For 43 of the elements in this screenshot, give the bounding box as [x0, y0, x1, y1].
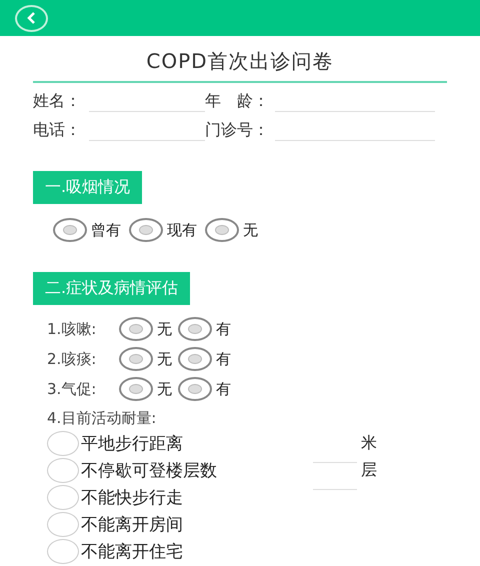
radio-button[interactable]: [119, 347, 153, 371]
field-label: 年 龄：: [205, 91, 270, 112]
radio-button[interactable]: [47, 458, 79, 483]
radio-button[interactable]: [178, 377, 212, 401]
option-label: 不停歇可登楼层数: [81, 460, 218, 482]
back-icon: [26, 12, 36, 24]
option-label: 无: [157, 320, 172, 338]
back-button[interactable]: [15, 4, 48, 32]
option-label: 现有: [167, 220, 197, 240]
form-title: COPD首次出诊问卷: [33, 48, 447, 83]
radio-button[interactable]: [205, 218, 239, 242]
question-label: 1.咳嗽:: [47, 320, 98, 338]
field-label: 电话：: [33, 120, 82, 141]
radio-button[interactable]: [47, 431, 79, 456]
option-label: 无: [157, 380, 172, 398]
radio-button[interactable]: [119, 377, 153, 401]
unit-label: 层: [361, 460, 377, 481]
option-label: 不能快步行走: [81, 487, 184, 509]
radio-button[interactable]: [119, 317, 153, 341]
option-label: 不能离开住宅: [81, 541, 184, 563]
option-label: 有: [216, 380, 231, 398]
section-heading: 二.症状及病情评估: [33, 272, 190, 305]
radio-button[interactable]: [129, 218, 163, 242]
question-label: 4.目前活动耐量:: [47, 409, 158, 428]
section-heading: 一.吸烟情况: [33, 171, 142, 204]
option-label: 无: [243, 220, 258, 240]
option-label: 有: [216, 350, 231, 368]
unit-label: 米: [361, 433, 377, 454]
question-label: 3.气促:: [47, 380, 98, 398]
option-label: 曾有: [91, 220, 121, 240]
radio-button[interactable]: [47, 539, 79, 564]
radio-button[interactable]: [178, 347, 212, 371]
option-label: 平地步行距离: [81, 433, 184, 455]
option-label: 有: [216, 320, 231, 338]
radio-button[interactable]: [178, 317, 212, 341]
field-label: 姓名：: [33, 91, 82, 112]
radio-button[interactable]: [47, 512, 79, 537]
field-label: 门诊号：: [205, 120, 270, 141]
option-label: 不能离开房间: [81, 514, 184, 536]
radio-button[interactable]: [47, 485, 79, 510]
question-label: 2.咳痰:: [47, 350, 98, 368]
option-label: 无: [157, 350, 172, 368]
radio-button[interactable]: [53, 218, 87, 242]
